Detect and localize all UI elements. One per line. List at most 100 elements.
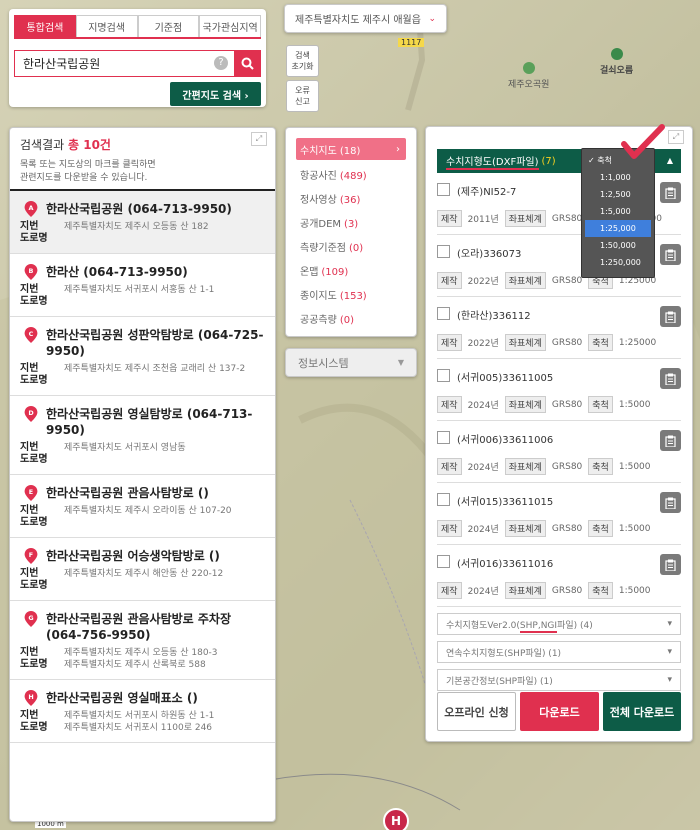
download-all-button[interactable]: 전체 다운로드 [603,692,681,731]
category-item[interactable]: 공공측량 (0) [296,306,406,330]
result-name[interactable]: 한라산 (064-713-9950) [46,264,265,280]
info-system-select[interactable]: 정보시스템 ▼ [285,348,417,377]
caret-down-icon: ▾ [667,619,672,629]
clipboard-button[interactable] [660,306,681,327]
search-button[interactable] [234,50,261,77]
item-checkbox[interactable] [437,431,450,444]
expand-icon[interactable]: ⤢ [251,132,267,146]
category-item[interactable]: 정사영상 (36) [296,186,406,210]
tab-place-search[interactable]: 지명검색 [75,15,138,37]
road-label: 도로명 [20,296,48,307]
result-item[interactable]: H 한라산국립공원 영실매표소 () 지번 제주특별자치도 서귀포시 하원동 산 1-… [10,680,275,743]
category-item[interactable]: 항공사진 (489) [296,162,406,186]
road-label: 도로명 [20,233,48,244]
category-label: 공개DEM (3) [300,218,359,230]
scale-tag: 축척 [588,458,613,475]
road-label: 도로명 [20,659,48,670]
item-checkbox[interactable] [437,493,450,506]
marker-pin-icon: A [24,201,38,217]
item-checkbox[interactable] [437,555,450,568]
svg-text:F: F [29,551,33,559]
sub-layer-select[interactable]: 기본공간정보(SHP파일) (1) ▾ [437,669,681,691]
category-item[interactable]: 온맵 (109) [296,258,406,282]
scale-option[interactable]: 1:2,500 [582,186,654,203]
search-reset-button[interactable]: 검색 초기화 [286,45,319,77]
road-label: 도로명 [20,517,48,528]
coord-system: GRS80 [551,523,583,534]
road-row: 도로명 [20,296,265,308]
category-label: 종이지도 (153) [300,290,367,302]
clipboard-button[interactable] [660,492,681,513]
easy-map-search-button[interactable]: 간편지도 검색 › [170,82,261,106]
svg-text:H: H [28,693,33,701]
result-item[interactable]: B 한라산 (064-713-9950) 지번 제주특별자치도 서귀포시 서홍동 산 … [10,254,275,317]
clipboard-button[interactable] [660,182,681,203]
clipboard-button[interactable] [660,244,681,265]
scale-option[interactable]: 1:50,000 [582,237,654,254]
clipboard-button[interactable] [660,368,681,389]
made-year: 2024년 [467,463,499,473]
result-name[interactable]: 한라산국립공원 관음사탐방로 () [46,485,265,501]
collapse-icon[interactable]: ▲ [667,156,673,165]
search-input[interactable] [14,50,234,77]
road-label: 도로명 [20,722,48,733]
result-item[interactable]: D 한라산국립공원 영실탐방로 (064-713-9950) 지번 제주특별자치도 서… [10,396,275,475]
category-item[interactable]: 수치지도 (18) › [296,138,406,160]
help-icon[interactable]: ? [214,56,228,70]
result-name[interactable]: 한라산국립공원 영실탐방로 (064-713-9950) [46,406,265,438]
expand-icon[interactable]: ⤢ [668,130,684,144]
tab-reference-point[interactable]: 기준점 [137,15,200,37]
map-marker-h[interactable]: H [383,808,409,830]
offline-request-button[interactable]: 오프라인 신청 [437,692,516,731]
clipboard-button[interactable] [660,430,681,451]
tab-integrated-search[interactable]: 통합검색 [14,15,76,37]
results-description: 목록 또는 지도상의 마크를 클릭하면 관련지도를 다운받을 수 있습니다. [20,160,156,183]
item-meta: 제작 2024년 좌표체계 GRS80 축척 1:5000 [437,582,681,599]
made-year: 2022년 [467,277,499,287]
category-label: 정사영상 (36) [300,194,361,206]
scale-option[interactable]: 1:250,000 [582,254,654,271]
download-button[interactable]: 다운로드 [520,692,599,731]
result-name[interactable]: 한라산국립공원 관음사탐방로 주차장 (064-756-9950) [46,611,265,643]
result-name[interactable]: 한라산국립공원 어승생악탐방로 () [46,548,265,564]
item-checkbox[interactable] [437,245,450,258]
result-item[interactable]: F 한라산국립공원 어승생악탐방로 () 지번 제주특별자치도 제주시 해안동 산 2… [10,538,275,601]
jibun-row: 지번 제주특별자치도 서귀포시 하원동 산 1-1 [20,710,265,722]
dxf-item: (서귀006)33611006 제작 2024년 좌표체계 GRS80 축척 1:5000 [437,421,681,483]
scale-option[interactable]: 1:25,000 [585,220,651,237]
tab-national-interest-area[interactable]: 국가관심지역 [199,15,261,37]
sub-layer-select[interactable]: 수치지형도Ver2.0(SHP,NGI파일) (4) ▾ [437,613,681,635]
region-select[interactable]: 제주특별자치도 제주시 애월읍 ⌄ [284,4,447,33]
item-meta: 제작 2024년 좌표체계 GRS80 축척 1:5000 [437,520,681,537]
dxf-item: (서귀005)33611005 제작 2024년 좌표체계 GRS80 축척 1:5000 [437,359,681,421]
coord-tag: 좌표체계 [504,458,546,475]
jibun-row: 지번 제주특별자치도 제주시 오라이동 산 107-20 [20,505,265,517]
coord-system: GRS80 [551,585,583,596]
scale-option[interactable]: 1:1,000 [582,169,654,186]
made-tag: 제작 [437,520,462,537]
result-name[interactable]: 한라산국립공원 (064-713-9950) [46,201,265,217]
result-item[interactable]: C 한라산국립공원 성판악탐방로 (064-725-9950) 지번 제주특별자치도 … [10,317,275,396]
result-item[interactable]: E 한라산국립공원 관음사탐방로 () 지번 제주특별자치도 제주시 오라이동 산 1… [10,475,275,538]
made-tag: 제작 [437,396,462,413]
marker-pin-icon: D [24,406,38,422]
category-item[interactable]: 측량기준점 (0) [296,234,406,258]
clipboard-icon [665,435,676,447]
category-item[interactable]: 종이지도 (153) [296,282,406,306]
result-item[interactable]: A 한라산국립공원 (064-713-9950) 지번 제주특별자치도 제주시 오등동… [10,191,275,254]
item-checkbox[interactable] [437,307,450,320]
category-item[interactable]: 공개DEM (3) [296,210,406,234]
scale-option[interactable]: 1:5,000 [582,203,654,220]
clipboard-button[interactable] [660,554,681,575]
scale-dropdown[interactable]: ✓ 축척 1:1,000 1:2,500 1:5,000 1:25,000 1:50,00… [581,148,655,278]
result-name[interactable]: 한라산국립공원 영실매표소 () [46,690,265,706]
error-report-button[interactable]: 오류 신고 [286,80,319,112]
sub-layer-select[interactable]: 연속수치지형도(SHP파일) (1) ▾ [437,641,681,663]
scale-value: 1:25000 [618,337,657,348]
item-checkbox[interactable] [437,369,450,382]
result-name[interactable]: 한라산국립공원 성판악탐방로 (064-725-9950) [46,327,265,359]
results-title: 검색결과 총 10건 [20,138,111,152]
result-item[interactable]: G 한라산국립공원 관음사탐방로 주차장 (064-756-9950) 지번 제주특별… [10,601,275,680]
road-label: 도로명 [20,454,48,465]
item-checkbox[interactable] [437,183,450,196]
